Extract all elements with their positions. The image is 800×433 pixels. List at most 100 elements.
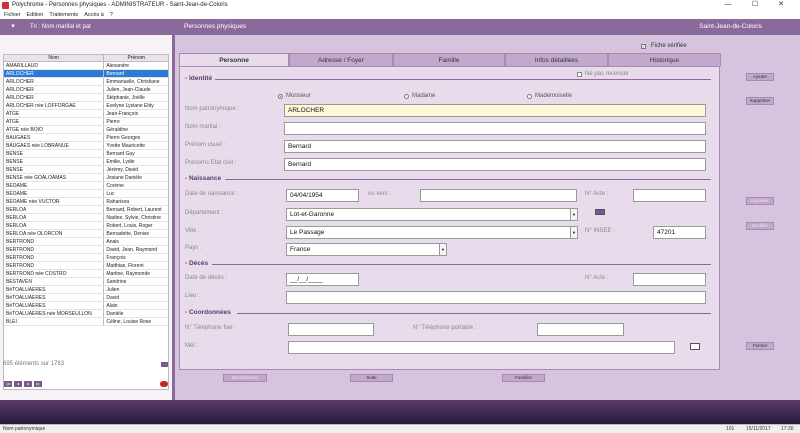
table-row[interactable]: BENSE Bernard Guy <box>4 150 168 158</box>
table-row[interactable]: BAUGAES née LOBRANUE Yvette Mauricette <box>4 142 168 150</box>
table-row[interactable]: AMARILLAUD Alexandre <box>4 62 168 70</box>
nom-marital-input[interactable] <box>284 122 706 135</box>
table-row[interactable]: BERTROND François <box>4 254 168 262</box>
date-naissance-input[interactable]: 04/04/1954 <box>286 189 359 202</box>
table-row[interactable]: BEOAME Corinne <box>4 182 168 190</box>
menu-acces[interactable]: Accès à <box>84 12 104 18</box>
status-bar: Nom patronymique 101 15/11/2017 17:30 <box>0 424 800 433</box>
departement-select[interactable]: Lot-et-Garonne ▼ <box>286 208 578 221</box>
table-row[interactable]: BEOAME Luc <box>4 190 168 198</box>
table-row[interactable]: BERTROND David, Jean, Raymond <box>4 246 168 254</box>
table-row[interactable]: ARLOCHER Stéphanie, Joëlle <box>4 94 168 102</box>
table-row[interactable]: BERLOA née OLORCON Bernadette, Denise <box>4 230 168 238</box>
maximize-button[interactable]: ☐ <box>745 0 765 10</box>
table-row[interactable]: BéTOALUAERES David <box>4 294 168 302</box>
fermer-button[interactable]: Fermer <box>746 342 774 350</box>
table-row[interactable]: BESTAVEN Sandrine <box>4 278 168 286</box>
table-row[interactable]: ATGE née BOIO Géraldine <box>4 126 168 134</box>
cell-prenom: Alexandre <box>106 63 129 69</box>
status-date: 15/11/2017 <box>746 426 771 432</box>
sort-dropdown-button[interactable]: ▾ <box>8 19 18 35</box>
tab-personne[interactable]: Personne <box>179 53 289 66</box>
cell-prenom: Corinne <box>106 183 124 189</box>
lieu-deces-input[interactable] <box>286 291 706 304</box>
ville-select[interactable]: Le Passage ▼ <box>286 226 578 239</box>
cell-prenom: David, Jean, Raymond <box>106 247 157 253</box>
table-row[interactable]: BEOAME née VUCTOR Raharisoa <box>4 198 168 206</box>
table-row[interactable]: ARLOCHER Bernard <box>4 70 168 78</box>
menu-fichier[interactable]: Fichier <box>4 12 21 18</box>
table-row[interactable]: ATGE Pierre <box>4 118 168 126</box>
table-row[interactable]: ARLOCHER Julien, Jean-Claude <box>4 86 168 94</box>
imprimer-button[interactable]: Imprimer <box>746 197 774 205</box>
close-button[interactable]: ✕ <box>771 0 791 10</box>
prenom-usuel-input[interactable]: Bernard <box>284 140 706 153</box>
radio-monsieur[interactable]: Monsieur <box>278 93 311 99</box>
table-row[interactable]: BERTROND Anais <box>4 238 168 246</box>
supprimer-button[interactable]: Supprimer <box>746 97 774 105</box>
table-row[interactable]: BéTOALUAERES née MORSEULLON Danièle <box>4 310 168 318</box>
table-row[interactable]: ATGE Jean-François <box>4 110 168 118</box>
familles-button[interactable]: Familles <box>502 374 545 382</box>
nom-patronymique-input[interactable]: ARLOCHER <box>284 104 706 117</box>
ajouter-button[interactable]: Ajouter <box>746 73 774 81</box>
acte-deces-input[interactable] <box>633 273 706 286</box>
next-record-button[interactable]: ▸ <box>24 381 32 387</box>
menu-traitements[interactable]: Traitements <box>49 12 78 18</box>
table-row[interactable]: BERLOA Robert, Louis, Roger <box>4 222 168 230</box>
last-record-button[interactable]: ▸| <box>34 381 42 387</box>
table-row[interactable]: BAUGAES Pierre Georges <box>4 134 168 142</box>
minimize-button[interactable]: — <box>718 0 738 10</box>
tab-infos-detaillees[interactable]: Infos détaillées <box>505 53 608 66</box>
cell-nom: BEOAME <box>4 182 105 189</box>
table-row[interactable]: BERLOA Nadine, Sylvie, Christine <box>4 214 168 222</box>
cell-nom: BERLOA <box>4 222 105 229</box>
cell-nom: BERTROND <box>4 254 105 261</box>
table-row[interactable]: BéTOALUAERES Alain <box>4 302 168 310</box>
insee-input[interactable]: 47201 <box>653 226 706 239</box>
filter-icon[interactable] <box>161 362 168 367</box>
tab-historique[interactable]: Historique <box>608 53 721 66</box>
menu-edition[interactable]: Edition <box>27 12 44 18</box>
ou-vers-input[interactable] <box>420 189 577 202</box>
table-row[interactable]: BéTOALUAERES Julien <box>4 286 168 294</box>
cell-nom: BéTOALUAERES <box>4 294 105 301</box>
menu-help[interactable]: ? <box>110 12 113 18</box>
pays-select[interactable]: France ▼ <box>286 243 447 256</box>
table-row[interactable]: BENSE Emilie, Lydie <box>4 158 168 166</box>
radio-mademoiselle[interactable]: Mademoiselle <box>527 93 572 99</box>
modifier-button[interactable]: Modifier <box>746 222 774 230</box>
ne-pas-recenser-checkbox[interactable]: Ne pas recenser <box>577 71 629 77</box>
fiche-verifiee-checkbox[interactable]: ✓ Fiche vérifiée <box>641 43 687 49</box>
map-icon[interactable] <box>595 209 605 215</box>
mail-icon[interactable] <box>690 343 700 350</box>
tab-adresse-foyer[interactable]: Adresse / Foyer <box>289 53 393 66</box>
refresh-icon[interactable] <box>160 381 168 387</box>
tel-portable-input[interactable] <box>537 323 624 336</box>
modifications-button[interactable]: Modifications <box>223 374 267 382</box>
table-row[interactable]: BENSE Jérémy, David <box>4 166 168 174</box>
status-field: Nom patronymique <box>3 426 46 432</box>
table-row[interactable]: ARLOCHER Emmanuelle, Christiane <box>4 78 168 86</box>
tel-fixe-input[interactable] <box>288 323 374 336</box>
chevron-down-icon: ▼ <box>570 227 577 238</box>
prenoms-etat-civil-input[interactable]: Bernard <box>284 158 706 171</box>
table-row[interactable]: BERTROND née COSTRO Martine, Raymonde <box>4 270 168 278</box>
menu-bar: Fichier Edition Traitements Accès à ? <box>0 10 800 19</box>
date-deces-input[interactable]: __/__/____ <box>286 273 359 286</box>
first-record-button[interactable]: |◂ <box>4 381 12 387</box>
tab-famille[interactable]: Famille <box>393 53 505 66</box>
table-row[interactable]: BERTROND Matthias, Florent <box>4 262 168 270</box>
radio-madame[interactable]: Madame <box>404 93 435 99</box>
table-row[interactable]: BENSE née GOALOAMAS Josiane Danièle <box>4 174 168 182</box>
previous-record-button[interactable]: ◂ <box>14 381 22 387</box>
suite-button[interactable]: Suite <box>350 374 393 382</box>
table-row[interactable]: BLEI Céline, Louise Rose <box>4 318 168 326</box>
column-prenom[interactable]: Prénom <box>104 55 168 61</box>
cell-nom: BAUGAES <box>4 134 105 141</box>
table-row[interactable]: ARLOCHER née LOFFORGAE Evelyne Lysiane El… <box>4 102 168 110</box>
mel-input[interactable] <box>288 341 675 354</box>
table-row[interactable]: BERLOA Bernard, Robert, Laurent <box>4 206 168 214</box>
acte-naissance-input[interactable] <box>633 189 706 202</box>
column-nom[interactable]: Nom <box>4 55 105 61</box>
